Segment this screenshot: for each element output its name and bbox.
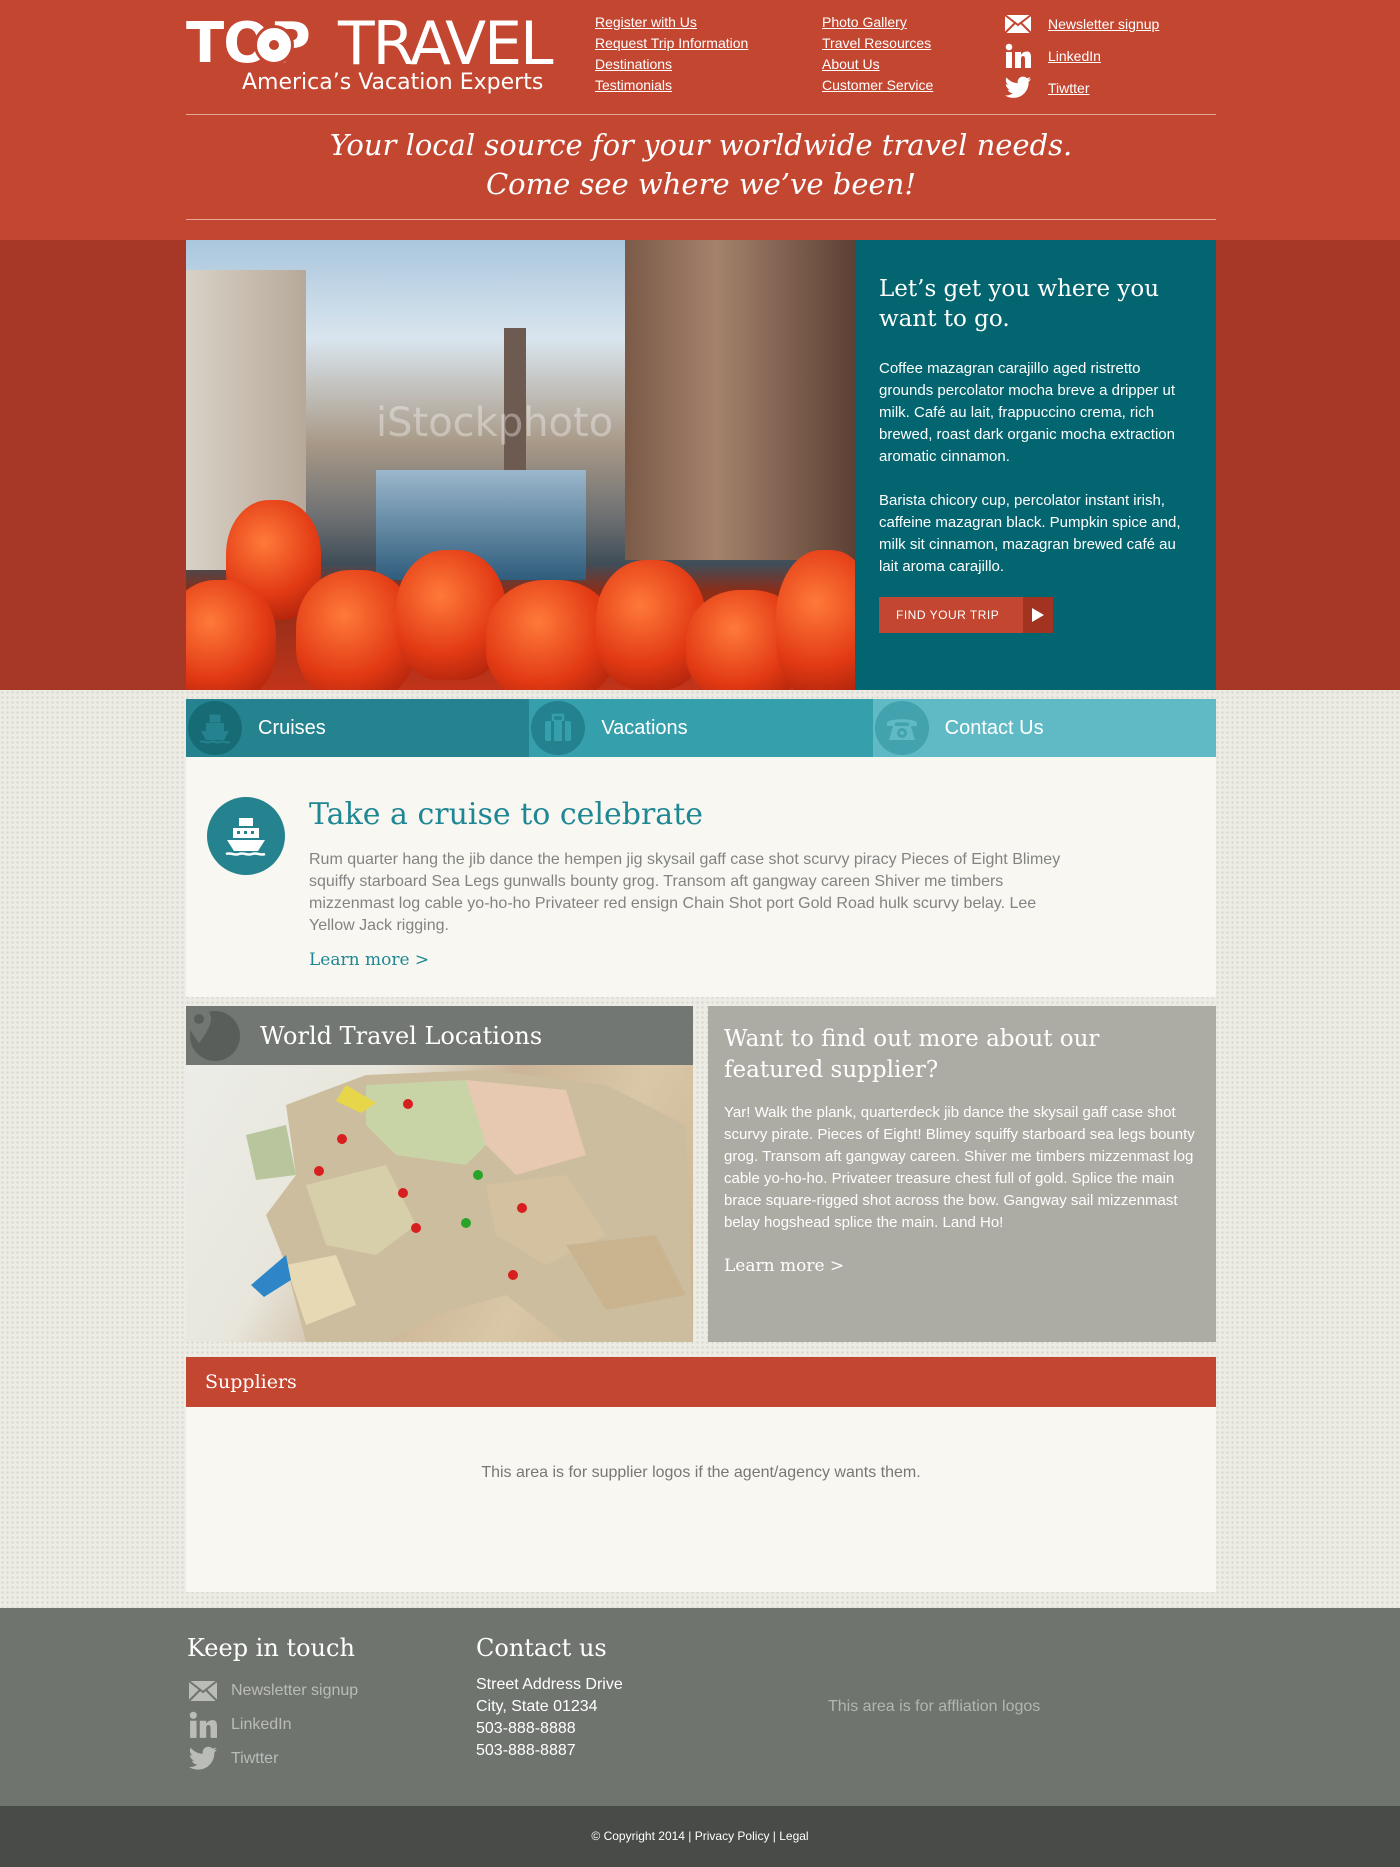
linkedin-icon [1004, 43, 1032, 69]
top-travel-logo[interactable]: TOP TRAVEL America’s Vacation Experts [186, 14, 553, 100]
tagline: Your local source for your worldwide tra… [186, 126, 1216, 204]
nav-link-testimonials[interactable]: Testimonials [595, 75, 748, 96]
phone-icon [874, 701, 929, 755]
logo-tagline: America’s Vacation Experts [242, 70, 544, 95]
ship-icon [207, 797, 285, 875]
footer-twitter-link[interactable]: Tiwtter [187, 1742, 358, 1776]
logo-travel-text: TRAVEL [338, 9, 553, 79]
copyright-bar: © Copyright 2014 | Privacy Policy | Lega… [0, 1806, 1400, 1867]
twitter-icon [187, 1745, 219, 1773]
nav-link-register[interactable]: Register with Us [595, 12, 748, 33]
world-travel-locations: World Travel Locations [186, 1006, 693, 1342]
twitter-link[interactable]: Tiwtter [1004, 72, 1159, 104]
hero-paragraph-2: Barista chicory cup, percolator instant … [879, 492, 1181, 575]
nav-link-photo-gallery[interactable]: Photo Gallery [822, 12, 933, 33]
hero-paragraph-1: Coffee mazagran carajillo aged ristretto… [879, 360, 1176, 465]
nav-link-travel-resources[interactable]: Travel Resources [822, 33, 933, 54]
tab-vacations-label: Vacations [601, 716, 688, 739]
image-watermark: iStockphoto [376, 400, 614, 446]
phone-number-1[interactable]: 503-888-8888 [476, 1718, 623, 1740]
ship-icon [188, 701, 242, 755]
keep-in-touch-title: Keep in touch [187, 1634, 355, 1662]
find-your-trip-label: FIND YOUR TRIP [896, 608, 1000, 622]
hero-section: iStockphoto Let’s get you where you want… [0, 240, 1400, 690]
map-title: World Travel Locations [260, 1021, 543, 1050]
keep-in-touch: Keep in touch Newsletter signup LinkedIn… [187, 1634, 358, 1776]
tab-cruises[interactable]: Cruises [186, 699, 530, 775]
phone-number-2[interactable]: 503-888-8887 [476, 1740, 623, 1762]
footer-newsletter-label: Newsletter signup [231, 1682, 359, 1699]
hero-panel: Let’s get you where you want to go. Coff… [855, 240, 1216, 690]
map-pin-icon [187, 1007, 240, 1061]
tab-cruises-label: Cruises [258, 716, 326, 739]
twitter-icon [1004, 75, 1032, 101]
tagline-line-1: Your local source for your worldwide tra… [329, 128, 1073, 162]
contact-us-block: Contact us Street Address Drive City, St… [476, 1634, 623, 1762]
header-divider-bottom [186, 219, 1216, 220]
address-line-1: Street Address Drive [476, 1676, 623, 1693]
cruise-learn-more-link[interactable]: Learn more > [309, 950, 429, 970]
header-divider-top [186, 114, 1216, 115]
site-footer: Keep in touch Newsletter signup LinkedIn… [0, 1608, 1400, 1806]
map-header: World Travel Locations [186, 1006, 693, 1065]
cruise-feature: Take a cruise to celebrate Rum quarter h… [186, 757, 1216, 997]
tagline-line-2: Come see where we’ve been! [485, 167, 917, 201]
site-header: TOP TRAVEL America’s Vacation Experts Re… [0, 0, 1400, 240]
nav-link-request-trip[interactable]: Request Trip Information [595, 33, 748, 54]
suppliers-title: Suppliers [186, 1357, 1216, 1407]
linkedin-label: LinkedIn [1048, 48, 1101, 64]
nav-link-destinations[interactable]: Destinations [595, 54, 748, 75]
cruise-body: Rum quarter hang the jib dance the hempe… [309, 851, 1061, 934]
tab-vacations[interactable]: Vacations [529, 699, 873, 757]
footer-newsletter-link[interactable]: Newsletter signup [187, 1674, 358, 1708]
play-arrow-icon [1023, 597, 1053, 633]
affiliation-logos-placeholder: This area is for affliation logos [828, 1698, 1041, 1715]
nav-link-about-us[interactable]: About Us [822, 54, 933, 75]
suitcase-icon [531, 701, 586, 755]
featured-heading: Want to find out more about our featured… [724, 1026, 1100, 1083]
find-your-trip-button[interactable]: FIND YOUR TRIP [879, 597, 1053, 633]
newsletter-label: Newsletter signup [1048, 16, 1160, 32]
nav-column-1: Register with Us Request Trip Informatio… [595, 12, 748, 96]
suppliers-section: Suppliers This area is for supplier logo… [186, 1357, 1216, 1592]
footer-linkedin-link[interactable]: LinkedIn [187, 1708, 358, 1742]
compass-icon [254, 25, 294, 65]
footer-twitter-label: Tiwtter [231, 1750, 279, 1767]
nav-link-customer-service[interactable]: Customer Service [822, 75, 933, 96]
category-tabs: Cruises Vacations Contact Us [186, 699, 1216, 775]
contact-us-title: Contact us [476, 1634, 607, 1662]
twitter-label: Tiwtter [1048, 80, 1090, 96]
europe-map-image[interactable] [186, 1065, 693, 1342]
cruise-heading: Take a cruise to celebrate [309, 797, 703, 832]
featured-learn-more-link[interactable]: Learn more > [724, 1256, 1200, 1276]
nav-column-2: Photo Gallery Travel Resources About Us … [822, 12, 933, 96]
tab-contact-us-label: Contact Us [944, 716, 1044, 739]
envelope-icon [187, 1677, 219, 1705]
featured-supplier: Want to find out more about our featured… [708, 1006, 1216, 1342]
suppliers-note: This area is for supplier logos if the a… [481, 1464, 921, 1481]
featured-body: Yar! Walk the plank, quarterdeck jib dan… [724, 1104, 1195, 1231]
address-line-2: City, State 01234 [476, 1698, 598, 1715]
header-social-links: Newsletter signup LinkedIn Tiwtter [1004, 8, 1159, 104]
linkedin-icon [187, 1711, 219, 1739]
footer-linkedin-label: LinkedIn [231, 1716, 292, 1733]
tab-contact-us[interactable]: Contact Us [872, 699, 1216, 757]
linkedin-link[interactable]: LinkedIn [1004, 40, 1159, 72]
envelope-icon [1004, 11, 1032, 37]
newsletter-link[interactable]: Newsletter signup [1004, 8, 1159, 40]
hero-heading: Let’s get you where you want to go. [879, 276, 1160, 332]
hero-image-amsterdam-canal: iStockphoto [186, 240, 855, 690]
